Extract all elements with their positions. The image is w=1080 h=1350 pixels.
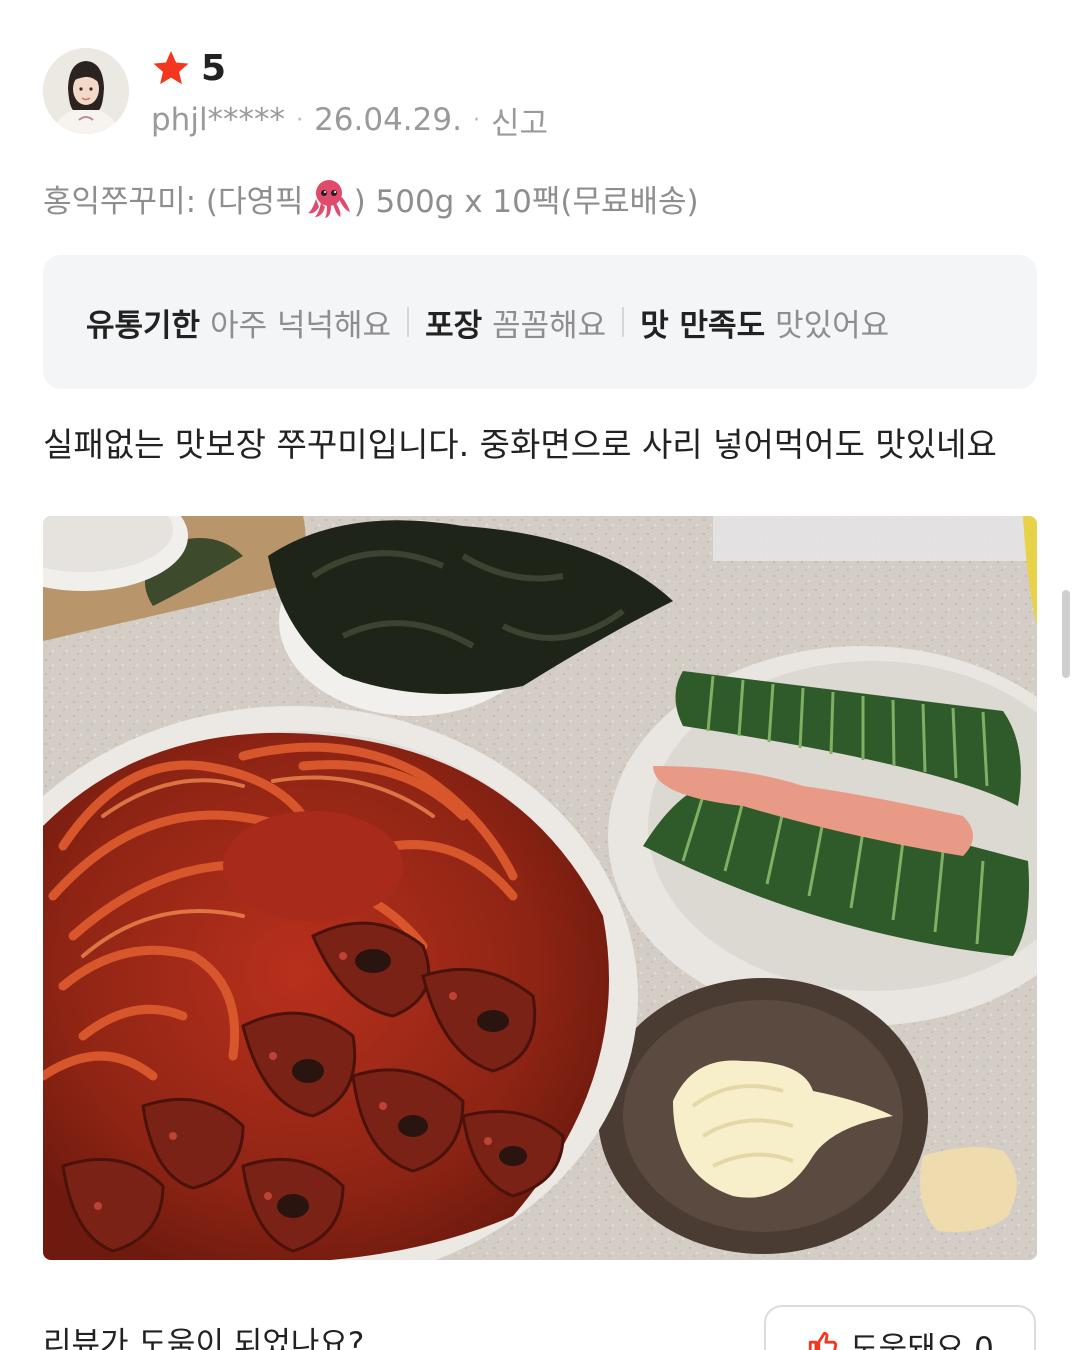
meta-separator: · [296, 107, 304, 133]
review-text: 실패없는 맛보장 쭈꾸미입니다. 중화면으로 사리 넣어먹어도 맛있네요 [43, 425, 997, 464]
meta-separator: · [472, 107, 480, 133]
rating: 5 [151, 46, 226, 90]
survey-item-taste: 맛 만족도 맛있어요 [640, 300, 889, 345]
survey-key: 포장 [425, 307, 483, 344]
star-icon [153, 51, 189, 85]
user-id: phjl***** [151, 102, 286, 138]
survey-key: 유통기한 [86, 307, 201, 344]
scrollbar[interactable] [1062, 590, 1070, 678]
survey-item-packaging: 포장 꼼꼼해요 [425, 300, 606, 345]
product-option: 홍익쭈꾸미: (다영픽 ) 500g x 10팩(무료배송) [43, 174, 699, 222]
option-suffix: ) 500g x 10팩(무료배송) [353, 183, 699, 220]
helpful-count-label: 도움돼요 0 [850, 1330, 994, 1350]
review-card: 5 phjl***** · 26.04.29. · 신고 홍익쭈꾸미: (다영픽… [0, 0, 1080, 1350]
report-link[interactable]: 신고 [491, 98, 548, 143]
review-meta: phjl***** · 26.04.29. · 신고 [151, 98, 548, 142]
survey-key: 맛 만족도 [640, 307, 766, 344]
survey-value: 꼼꼼해요 [492, 307, 607, 344]
survey-item-expiry: 유통기한 아주 넉넉해요 [86, 300, 391, 345]
review-date: 26.04.29. [314, 102, 462, 138]
survey-divider [622, 307, 625, 337]
rating-value: 5 [201, 47, 227, 89]
helpful-button[interactable]: 도움돼요 0 [764, 1305, 1036, 1350]
survey-divider [407, 307, 410, 337]
survey-summary: 유통기한 아주 넉넉해요 포장 꼼꼼해요 맛 만족도 맛있어요 [43, 255, 1037, 389]
avatar[interactable] [43, 48, 129, 134]
survey-value: 맛있어요 [775, 307, 890, 344]
survey-value: 아주 넉넉해요 [210, 307, 392, 344]
helpful-question: 리뷰가 도움이 되었나요? [43, 1326, 365, 1350]
option-prefix: 홍익쭈꾸미: (다영픽 [43, 183, 304, 220]
review-photo[interactable] [43, 516, 1037, 1260]
octopus-emoji-icon [307, 180, 350, 218]
thumb-up-icon [808, 1331, 838, 1350]
